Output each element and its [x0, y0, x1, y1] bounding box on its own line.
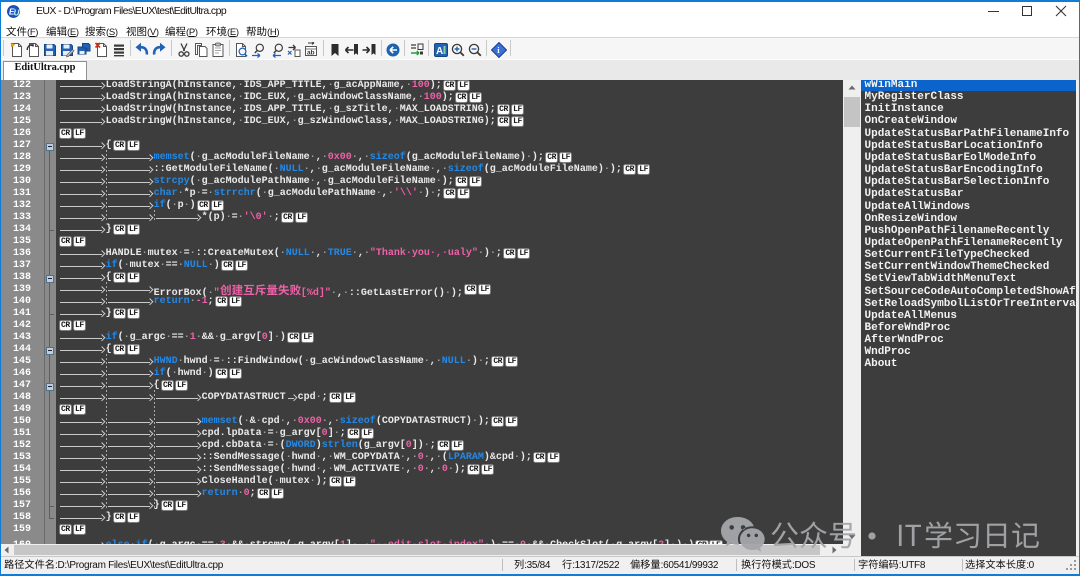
svg-text:A: A: [436, 46, 443, 57]
svg-text:U: U: [14, 9, 20, 18]
svg-text:ab: ab: [307, 50, 315, 57]
